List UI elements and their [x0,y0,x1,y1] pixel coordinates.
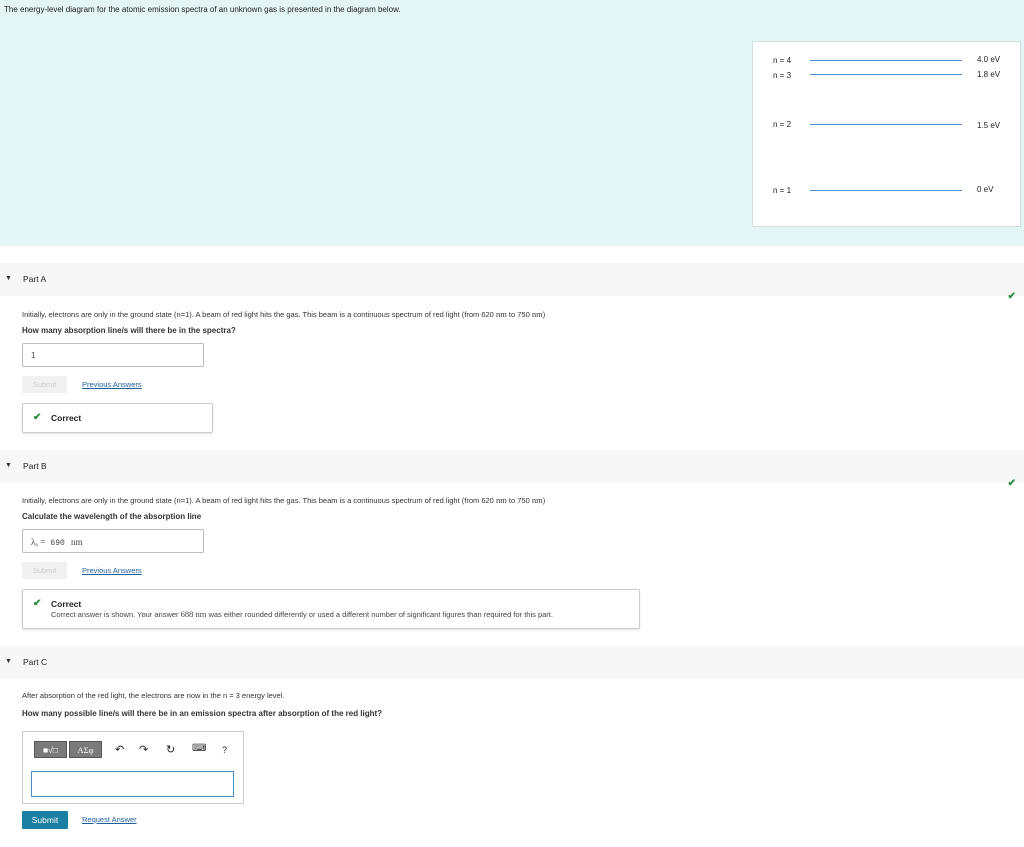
level-energy-n4: 4.0 eV [977,55,1001,64]
reset-icon[interactable]: ↻ [166,743,175,756]
part-c-question: How many possible line/s will there be i… [22,709,383,718]
collapse-arrow-icon[interactable]: ▼ [5,658,12,665]
part-b-title: Part B [23,461,47,471]
part-c-answer-input[interactable] [31,771,234,797]
check-icon: ✔ [33,412,42,423]
part-b-feedback-detail: Correct answer is shown. Your answer 688… [51,609,553,619]
keyboard-icon[interactable]: ⌨ [192,743,206,754]
part-b-question: Calculate the wavelength of the absorpti… [22,512,202,521]
part-a-title: Part A [23,274,47,284]
check-icon: ✔ [33,598,42,609]
part-b-question-context: Initially, electrons are only in the gro… [22,495,546,505]
collapse-arrow-icon[interactable]: ▼ [5,275,12,282]
part-a-previous-answers-link[interactable]: Previous Answers [82,380,142,389]
answer-label: λₐ = [31,537,46,547]
level-label-n2: n = 2 [773,120,792,129]
intro-text: The energy-level diagram for the atomic … [4,5,401,14]
part-b-feedback-title: Correct [51,599,82,609]
level-energy-n1: 0 eV [977,185,994,194]
part-c-title: Part C [23,657,48,667]
request-answer-link[interactable]: Request Answer [82,815,137,824]
part-b-submit-button[interactable]: Submit [22,562,67,579]
answer-unit: nm [71,537,83,547]
level-line-n4 [810,60,962,61]
part-b-previous-answers-link[interactable]: Previous Answers [82,566,142,575]
level-energy-n2: 1.5 eV [977,121,1001,130]
part-c-context: After absorption of the red light, the e… [22,691,285,700]
check-icon: ✔ [1007,291,1016,302]
math-input-panel: ■√□ ΑΣφ ↶ ↷ ↻ ⌨ ? [22,731,244,804]
intro-panel: The energy-level diagram for the atomic … [0,0,1024,246]
part-b-header[interactable]: ▼ Part B ✔ [0,450,1024,489]
redo-icon[interactable]: ↷ [139,743,148,756]
level-line-n1 [810,190,962,191]
help-icon[interactable]: ? [222,745,227,755]
answer-value: 690 [50,539,65,548]
part-a-question: How many absorption line/s will there be… [22,326,236,335]
level-energy-n3: 1.8 eV [977,70,1001,79]
level-line-n2 [810,124,962,125]
energy-level-diagram: n = 4 4.0 eV n = 3 1.8 eV n = 2 1.5 eV n… [752,41,1021,227]
part-b-answer-field[interactable]: λₐ = 690 nm [22,529,204,553]
part-a-header[interactable]: ▼ Part A ✔ [0,263,1024,302]
check-icon: ✔ [1007,478,1016,489]
level-label-n3: n = 3 [773,71,792,80]
part-a-feedback-title: Correct [51,413,82,423]
level-label-n4: n = 4 [773,56,792,65]
templates-button[interactable]: ■√□ [34,741,67,758]
part-a-submit-button[interactable]: Submit [22,376,67,393]
collapse-arrow-icon[interactable]: ▼ [5,462,12,469]
part-a-feedback: ✔ Correct [22,403,213,433]
part-a-question-context: Initially, electrons are only in the gro… [22,309,546,319]
symbols-button[interactable]: ΑΣφ [69,741,102,758]
level-label-n1: n = 1 [773,186,792,195]
part-a-answer-field[interactable]: 1 [22,343,204,367]
undo-icon[interactable]: ↶ [115,743,124,756]
level-line-n3 [810,74,962,75]
part-c-submit-button[interactable]: Submit [22,811,68,829]
part-c-header[interactable]: ▼ Part C [0,646,1024,679]
part-b-feedback: ✔ Correct Correct answer is shown. Your … [22,589,640,629]
